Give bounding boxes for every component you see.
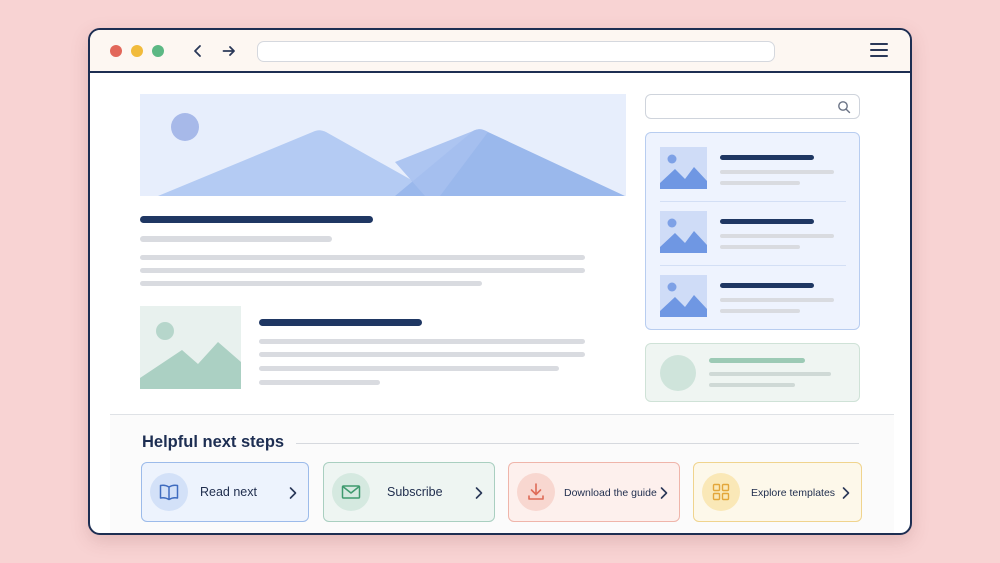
subscribe-label: Subscribe [387, 485, 443, 499]
author-name-placeholder [709, 358, 805, 363]
author-card[interactable] [645, 343, 860, 402]
card-text-line [259, 339, 585, 344]
heading-divider [296, 443, 859, 444]
list-item[interactable] [646, 197, 859, 261]
list-item-title-placeholder [720, 283, 814, 288]
article-text-line [140, 281, 482, 286]
list-item-title-placeholder [720, 219, 814, 224]
browser-window: Helpful next steps Read next Subscribe D… [88, 28, 912, 535]
related-articles-list [645, 132, 860, 330]
list-item-text-line [720, 298, 834, 302]
download-icon [528, 483, 544, 500]
arrow-left-icon [194, 45, 201, 57]
maximize-window-button[interactable] [152, 45, 164, 57]
back-button[interactable] [187, 40, 209, 62]
forward-button[interactable] [218, 40, 240, 62]
card-text-line [259, 380, 380, 385]
card-text-line [259, 366, 559, 371]
card-text-line [259, 352, 585, 357]
landscape-image-icon [140, 322, 241, 389]
search-icon[interactable] [837, 100, 851, 114]
list-item-title-placeholder [720, 155, 814, 160]
minimize-window-button[interactable] [131, 45, 143, 57]
list-item-text-line [720, 170, 834, 174]
chevron-right-icon [289, 487, 297, 499]
card-title-placeholder [259, 319, 422, 326]
book-icon [159, 484, 179, 501]
address-bar[interactable] [257, 41, 775, 62]
chevron-right-icon [660, 487, 668, 499]
image-thumbnail-icon [660, 275, 707, 317]
list-item-text-line [720, 234, 834, 238]
grid-icon [712, 483, 730, 501]
landscape-image-icon [158, 113, 625, 196]
search-input[interactable] [654, 98, 834, 115]
envelope-icon [341, 485, 361, 499]
download-guide-label: Download the guide [564, 487, 657, 499]
list-item[interactable] [646, 261, 859, 325]
browser-titlebar [90, 30, 910, 73]
list-item-text-line [720, 181, 800, 185]
explore-templates-button[interactable]: Explore templates [693, 462, 862, 522]
hero-image-placeholder [140, 94, 626, 196]
author-text-line [709, 372, 831, 376]
list-item-text-line [720, 245, 800, 249]
read-next-button[interactable]: Read next [141, 462, 309, 522]
avatar [660, 355, 696, 391]
section-heading: Helpful next steps [142, 433, 285, 451]
read-next-label: Read next [200, 485, 257, 499]
article-text-line [140, 268, 585, 273]
author-text-line [709, 383, 795, 387]
image-thumbnail-icon [660, 211, 707, 253]
list-item-text-line [720, 309, 800, 313]
next-steps-section: Helpful next steps Read next Subscribe D… [110, 414, 894, 533]
secondary-image-placeholder [140, 306, 241, 389]
article-title-placeholder [140, 216, 373, 223]
article-text-line [140, 255, 585, 260]
chevron-right-icon [842, 487, 850, 499]
close-window-button[interactable] [110, 45, 122, 57]
article-subtitle-placeholder [140, 236, 332, 242]
sidebar-search[interactable] [645, 94, 860, 119]
subscribe-button[interactable]: Subscribe [323, 462, 495, 522]
explore-templates-label: Explore templates [751, 487, 836, 499]
image-thumbnail-icon [660, 147, 707, 189]
hamburger-menu-icon[interactable] [870, 42, 890, 60]
chevron-right-icon [475, 487, 483, 499]
list-item[interactable] [646, 133, 859, 197]
download-guide-button[interactable]: Download the guide [508, 462, 680, 522]
arrow-right-icon [222, 46, 235, 56]
